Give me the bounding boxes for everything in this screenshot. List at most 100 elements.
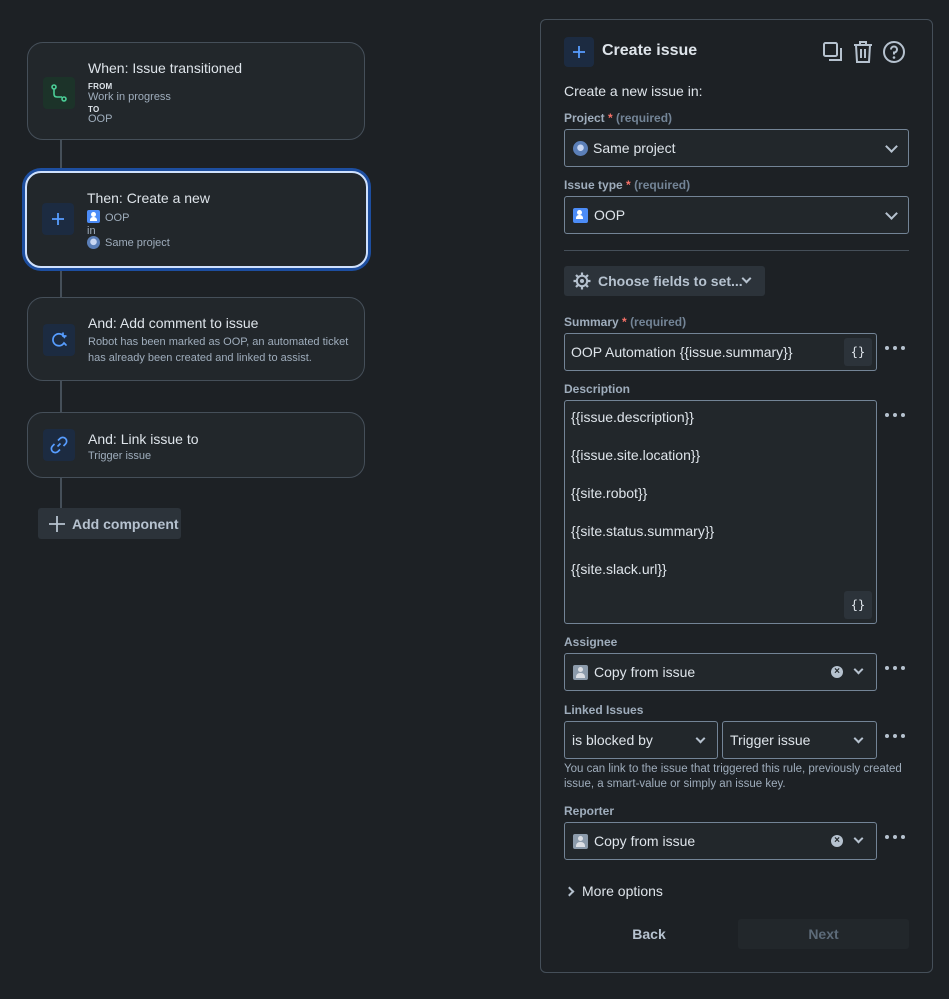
- summary-label: Summary * (required): [564, 315, 686, 329]
- link-issue-card[interactable]: And: Link issue to Trigger issue: [27, 412, 365, 478]
- to-value: OOP: [88, 113, 113, 125]
- user-avatar-icon: [573, 833, 588, 849]
- trigger-card[interactable]: When: Issue transitioned FROM Work in pr…: [27, 42, 365, 140]
- help-icon[interactable]: [882, 40, 906, 64]
- comment-line-1: Robot has been marked as OOP, an automat…: [88, 336, 349, 348]
- required-hint: (required): [634, 178, 691, 192]
- link-target-select[interactable]: Trigger issue: [722, 721, 877, 759]
- comment-title: And: Add comment to issue: [88, 315, 259, 331]
- from-value: Work in progress: [88, 91, 171, 103]
- clear-icon[interactable]: ×: [831, 666, 843, 678]
- chevron-down-icon: [885, 140, 898, 153]
- assignee-label: Assignee: [564, 635, 618, 649]
- reporter-label: Reporter: [564, 804, 615, 818]
- delete-icon[interactable]: [852, 40, 874, 64]
- choose-fields-label: Choose fields to set...: [598, 273, 743, 289]
- more-options-label: More options: [582, 883, 663, 899]
- comment-icon: [43, 324, 75, 356]
- project-avatar-icon: [87, 236, 100, 249]
- reporter-value: Copy from issue: [594, 833, 696, 849]
- description-label: Description: [564, 382, 631, 396]
- chevron-down-icon: [853, 733, 864, 744]
- reporter-select[interactable]: Copy from issue ×: [564, 822, 877, 860]
- choose-fields-button[interactable]: Choose fields to set...: [564, 266, 765, 296]
- more-options-toggle[interactable]: More options: [564, 881, 663, 901]
- next-button[interactable]: Next: [738, 919, 909, 949]
- issue-type-label-text: Issue type: [564, 178, 623, 192]
- description-textarea[interactable]: [564, 400, 877, 624]
- chevron-down-icon: [853, 833, 864, 844]
- clear-icon[interactable]: ×: [831, 835, 843, 847]
- reporter-more-icon[interactable]: [885, 835, 905, 841]
- trigger-title: When: Issue transitioned: [88, 60, 243, 76]
- issue-type-label: Issue type * (required): [564, 178, 690, 192]
- comment-line-2: has already been created and linked to a…: [88, 352, 312, 364]
- divider: [564, 250, 909, 251]
- required-mark: *: [622, 315, 627, 329]
- summary-input[interactable]: OOP Automation {{issue.summary}}: [564, 333, 877, 371]
- action-issue-type-text: OOP: [105, 212, 130, 224]
- link-relation-select[interactable]: is blocked by: [564, 721, 718, 759]
- smart-value-button[interactable]: {}: [844, 591, 872, 619]
- transition-icon: [43, 77, 75, 109]
- summary-value: OOP Automation {{issue.summary}}: [571, 344, 793, 360]
- chevron-down-icon: [885, 207, 898, 220]
- linked-issues-label: Linked Issues: [564, 703, 644, 717]
- required-hint: (required): [616, 111, 673, 125]
- add-component-button[interactable]: Add component: [38, 508, 181, 539]
- issue-type-select-value: OOP: [594, 207, 626, 223]
- action-project: Same project: [87, 236, 170, 251]
- linked-issues-help-1: You can link to the issue that triggered…: [564, 763, 902, 775]
- duplicate-icon[interactable]: [822, 41, 844, 63]
- description-more-icon[interactable]: [885, 413, 905, 419]
- summary-label-text: Summary: [564, 315, 619, 329]
- link-relation-value: is blocked by: [572, 732, 653, 748]
- panel-title: Create issue: [602, 42, 698, 59]
- create-issue-card[interactable]: Then: Create a new OOP in Same project: [25, 171, 368, 268]
- summary-more-icon[interactable]: [885, 346, 905, 352]
- chevron-right-icon: [564, 886, 575, 896]
- chevron-down-icon: [853, 664, 864, 675]
- required-hint: (required): [630, 315, 687, 329]
- plus-icon: [49, 515, 65, 532]
- gear-icon: [573, 272, 591, 290]
- add-component-label: Add component: [72, 515, 179, 532]
- panel-intro: Create a new issue in:: [564, 83, 703, 99]
- next-label: Next: [808, 926, 839, 942]
- description-line: {{issue.description}}: [571, 409, 694, 425]
- project-avatar-icon: [573, 140, 588, 156]
- description-line: {{site.slack.url}}: [571, 561, 667, 577]
- description-line: {{site.status.summary}}: [571, 523, 715, 539]
- chevron-down-icon: [741, 273, 752, 284]
- issue-type-select[interactable]: OOP: [564, 196, 909, 234]
- back-button[interactable]: Back: [564, 919, 734, 949]
- comment-card[interactable]: And: Add comment to issue Robot has been…: [27, 297, 365, 381]
- assignee-more-icon[interactable]: [885, 666, 905, 672]
- link-title: And: Link issue to: [88, 431, 199, 447]
- description-line: {{issue.site.location}}: [571, 447, 701, 463]
- linked-issues-help-2: issue, a smart-value or simply an issue …: [564, 778, 786, 790]
- linked-issues-more-icon[interactable]: [885, 734, 905, 740]
- description-line: {{site.robot}}: [571, 485, 648, 501]
- flow-connector: [60, 140, 62, 172]
- plus-icon: [42, 203, 74, 235]
- project-label: Project * (required): [564, 111, 672, 125]
- link-icon: [43, 429, 75, 461]
- assignee-value: Copy from issue: [594, 664, 696, 680]
- project-select[interactable]: Same project: [564, 129, 909, 167]
- action-title: Then: Create a new: [87, 190, 210, 206]
- assignee-select[interactable]: Copy from issue ×: [564, 653, 877, 691]
- flow-connector: [60, 477, 62, 509]
- action-project-text: Same project: [105, 237, 170, 249]
- issue-type-icon: [87, 210, 100, 223]
- required-mark: *: [626, 178, 631, 192]
- user-avatar-icon: [573, 664, 588, 680]
- flow-connector: [60, 267, 62, 298]
- smart-value-button[interactable]: {}: [844, 338, 872, 366]
- required-mark: *: [608, 111, 613, 125]
- panel-plus-icon: [564, 37, 594, 67]
- link-target-value: Trigger issue: [730, 732, 811, 748]
- back-label: Back: [632, 926, 666, 942]
- project-label-text: Project: [564, 111, 605, 125]
- project-select-value: Same project: [593, 140, 676, 156]
